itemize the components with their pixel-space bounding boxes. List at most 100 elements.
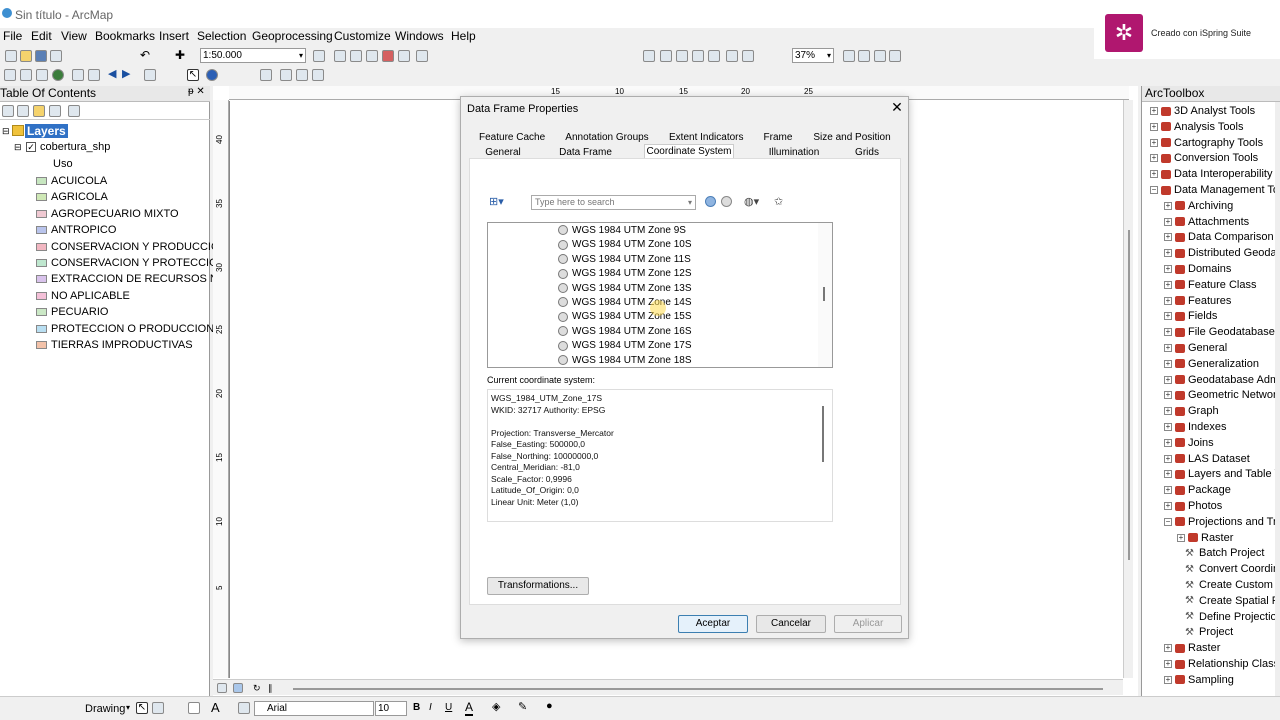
expand-toggle-icon[interactable]: + (1164, 470, 1172, 479)
toolbox-item[interactable]: + Fields (1164, 310, 1217, 322)
print-icon[interactable] (50, 50, 62, 62)
cs-list-item[interactable]: WGS 1984 UTM Zone 15S (558, 311, 692, 322)
transformations-button[interactable]: Transformations... (487, 577, 589, 595)
cs-list-item[interactable]: WGS 1984 UTM Zone 10S (558, 239, 692, 250)
toolbox-item[interactable]: ⚒ Create Custom G (1185, 579, 1280, 591)
legend-item[interactable]: TIERRAS IMPRODUCTIVAS (36, 339, 193, 351)
back-icon[interactable]: ◀ (108, 69, 120, 81)
menu-windows[interactable]: Windows (395, 29, 444, 43)
search-icon[interactable] (705, 196, 716, 207)
toolbox-item[interactable]: + File Geodatabase (1164, 326, 1275, 338)
cs-list-item[interactable]: WGS 1984 UTM Zone 18S (558, 355, 692, 366)
clear-search-icon[interactable] (721, 196, 732, 207)
expand-toggle-icon[interactable]: + (1164, 407, 1172, 416)
tab-frame[interactable]: Frame (762, 132, 794, 143)
italic-icon[interactable]: I (429, 702, 432, 713)
toolbox-item[interactable]: + Sampling (1164, 674, 1234, 686)
layout-zoom-combo[interactable]: 37% ▾ (792, 48, 834, 63)
editor-icon[interactable] (313, 50, 325, 62)
change-layout-icon[interactable] (874, 50, 886, 62)
toolbox-item[interactable]: + Joins (1164, 437, 1214, 449)
menu-customize[interactable]: Customize (334, 29, 391, 43)
cs-list-item[interactable]: WGS 1984 UTM Zone 17S (558, 340, 692, 351)
pause-icon[interactable]: ∥ (268, 683, 278, 693)
select-elements-icon[interactable]: ↖ (136, 702, 148, 714)
cs-list-item[interactable]: WGS 1984 UTM Zone 11S (558, 254, 691, 265)
identify-icon[interactable] (206, 69, 218, 81)
menu-help[interactable]: Help (451, 29, 476, 43)
toolbox-item[interactable]: +3D Analyst Tools (1150, 105, 1255, 117)
toolbox-item[interactable]: ⚒ Create Spatial Re (1185, 595, 1280, 607)
expand-toggle-icon[interactable]: + (1164, 675, 1172, 684)
expand-toggle-icon[interactable]: + (1164, 249, 1172, 258)
add-data-icon[interactable]: ✚ (175, 49, 187, 62)
undo-icon[interactable]: ↶ (140, 49, 152, 62)
legend-item[interactable]: CONSERVACION Y PROTECCION (36, 257, 226, 269)
expand-toggle-icon[interactable]: + (1164, 344, 1172, 353)
font-color-icon[interactable]: A (465, 700, 474, 716)
expand-toggle-icon[interactable]: + (1164, 217, 1172, 226)
fixed-zoom-in-icon[interactable] (72, 69, 84, 81)
font-size-combo[interactable]: 10 (375, 701, 407, 716)
toolbox-item[interactable]: ⚒ Convert Coordin (1185, 563, 1279, 575)
expand-toggle-icon[interactable]: + (1164, 423, 1172, 432)
legend-item[interactable]: ANTROPICO (36, 224, 116, 236)
new-icon[interactable] (5, 50, 17, 62)
toolbox-item[interactable]: + Features (1164, 295, 1231, 307)
forward-icon[interactable]: ▶ (122, 69, 134, 81)
full-page-icon[interactable] (692, 50, 704, 62)
tab-extent-indicators[interactable]: Extent Indicators (669, 132, 743, 143)
forward-extent-icon[interactable] (742, 50, 754, 62)
toolbox-item[interactable]: + Raster (1177, 532, 1233, 544)
model-icon[interactable] (416, 50, 428, 62)
zoom-in-icon[interactable] (4, 69, 16, 81)
underline-icon[interactable]: U (445, 702, 452, 713)
list-by-source-icon[interactable] (17, 105, 29, 117)
marker-color-icon[interactable]: ● (546, 700, 553, 712)
scale-combo[interactable]: 1:50.000 ▾ (200, 48, 306, 63)
tab-coordinate-system[interactable]: Coordinate System (644, 144, 734, 159)
text-icon[interactable]: A (211, 700, 220, 715)
cs-list-item[interactable]: WGS 1984 UTM Zone 9S (558, 225, 686, 236)
zoom-out-icon[interactable] (20, 69, 32, 81)
back-extent-icon[interactable] (726, 50, 738, 62)
menu-selection[interactable]: Selection (197, 29, 246, 43)
expand-toggle-icon[interactable]: + (1164, 644, 1172, 653)
details-scroll-thumb[interactable] (822, 406, 824, 462)
toolbox-item[interactable]: ⚒ Batch Project (1185, 547, 1264, 559)
tab-illumination[interactable]: Illumination (768, 147, 820, 158)
options-icon[interactable] (68, 105, 80, 117)
toolbox-item[interactable]: + Photos (1164, 500, 1222, 512)
layout-icon[interactable] (350, 50, 362, 62)
list-by-selection-icon[interactable] (49, 105, 61, 117)
go-to-xy-icon[interactable] (296, 69, 308, 81)
ok-button[interactable]: Aceptar (678, 615, 748, 633)
menu-edit[interactable]: Edit (31, 29, 52, 43)
cs-list-item[interactable]: WGS 1984 UTM Zone 16S (558, 326, 692, 337)
layer-name[interactable]: cobertura_shp (40, 141, 110, 153)
toolbox-item[interactable]: + Archiving (1164, 200, 1233, 212)
add-coordinate-system-icon[interactable]: ◍▾ (744, 195, 759, 208)
toolbox-icon[interactable] (382, 50, 394, 62)
legend-item[interactable]: PECUARIO (36, 306, 108, 318)
expand-toggle-icon[interactable]: + (1164, 328, 1172, 337)
fill-color-icon[interactable]: ◈ (492, 700, 500, 713)
expand-toggle-icon[interactable]: + (1150, 154, 1158, 163)
edit-vertices-icon[interactable] (238, 702, 250, 714)
fixed-zoom-icon[interactable] (708, 50, 720, 62)
toolbox-item[interactable]: + Generalization (1164, 358, 1259, 370)
expand-toggle-icon[interactable]: + (1164, 375, 1172, 384)
legend-item[interactable]: AGRICOLA (36, 191, 108, 203)
expand-toggle-icon[interactable]: + (1164, 201, 1172, 210)
legend-item[interactable]: NO APLICABLE (36, 290, 130, 302)
toolbox-item[interactable]: + Data Interoperability T (1150, 168, 1280, 180)
refresh-icon[interactable]: ↻ (253, 683, 263, 693)
expand-toggle-icon[interactable]: + (1164, 280, 1172, 289)
layer-visibility-checkbox[interactable]: ✓ (26, 142, 36, 152)
expand-toggle-icon[interactable]: + (1164, 502, 1172, 511)
toolbox-item[interactable]: + Package (1164, 484, 1231, 496)
select-elements-icon[interactable]: ↖ (187, 69, 199, 81)
toolbox-item[interactable]: + Geometric Network (1164, 389, 1280, 401)
tab-annotation-groups[interactable]: Annotation Groups (565, 132, 649, 143)
horizontal-scrollbar[interactable] (293, 688, 1103, 690)
